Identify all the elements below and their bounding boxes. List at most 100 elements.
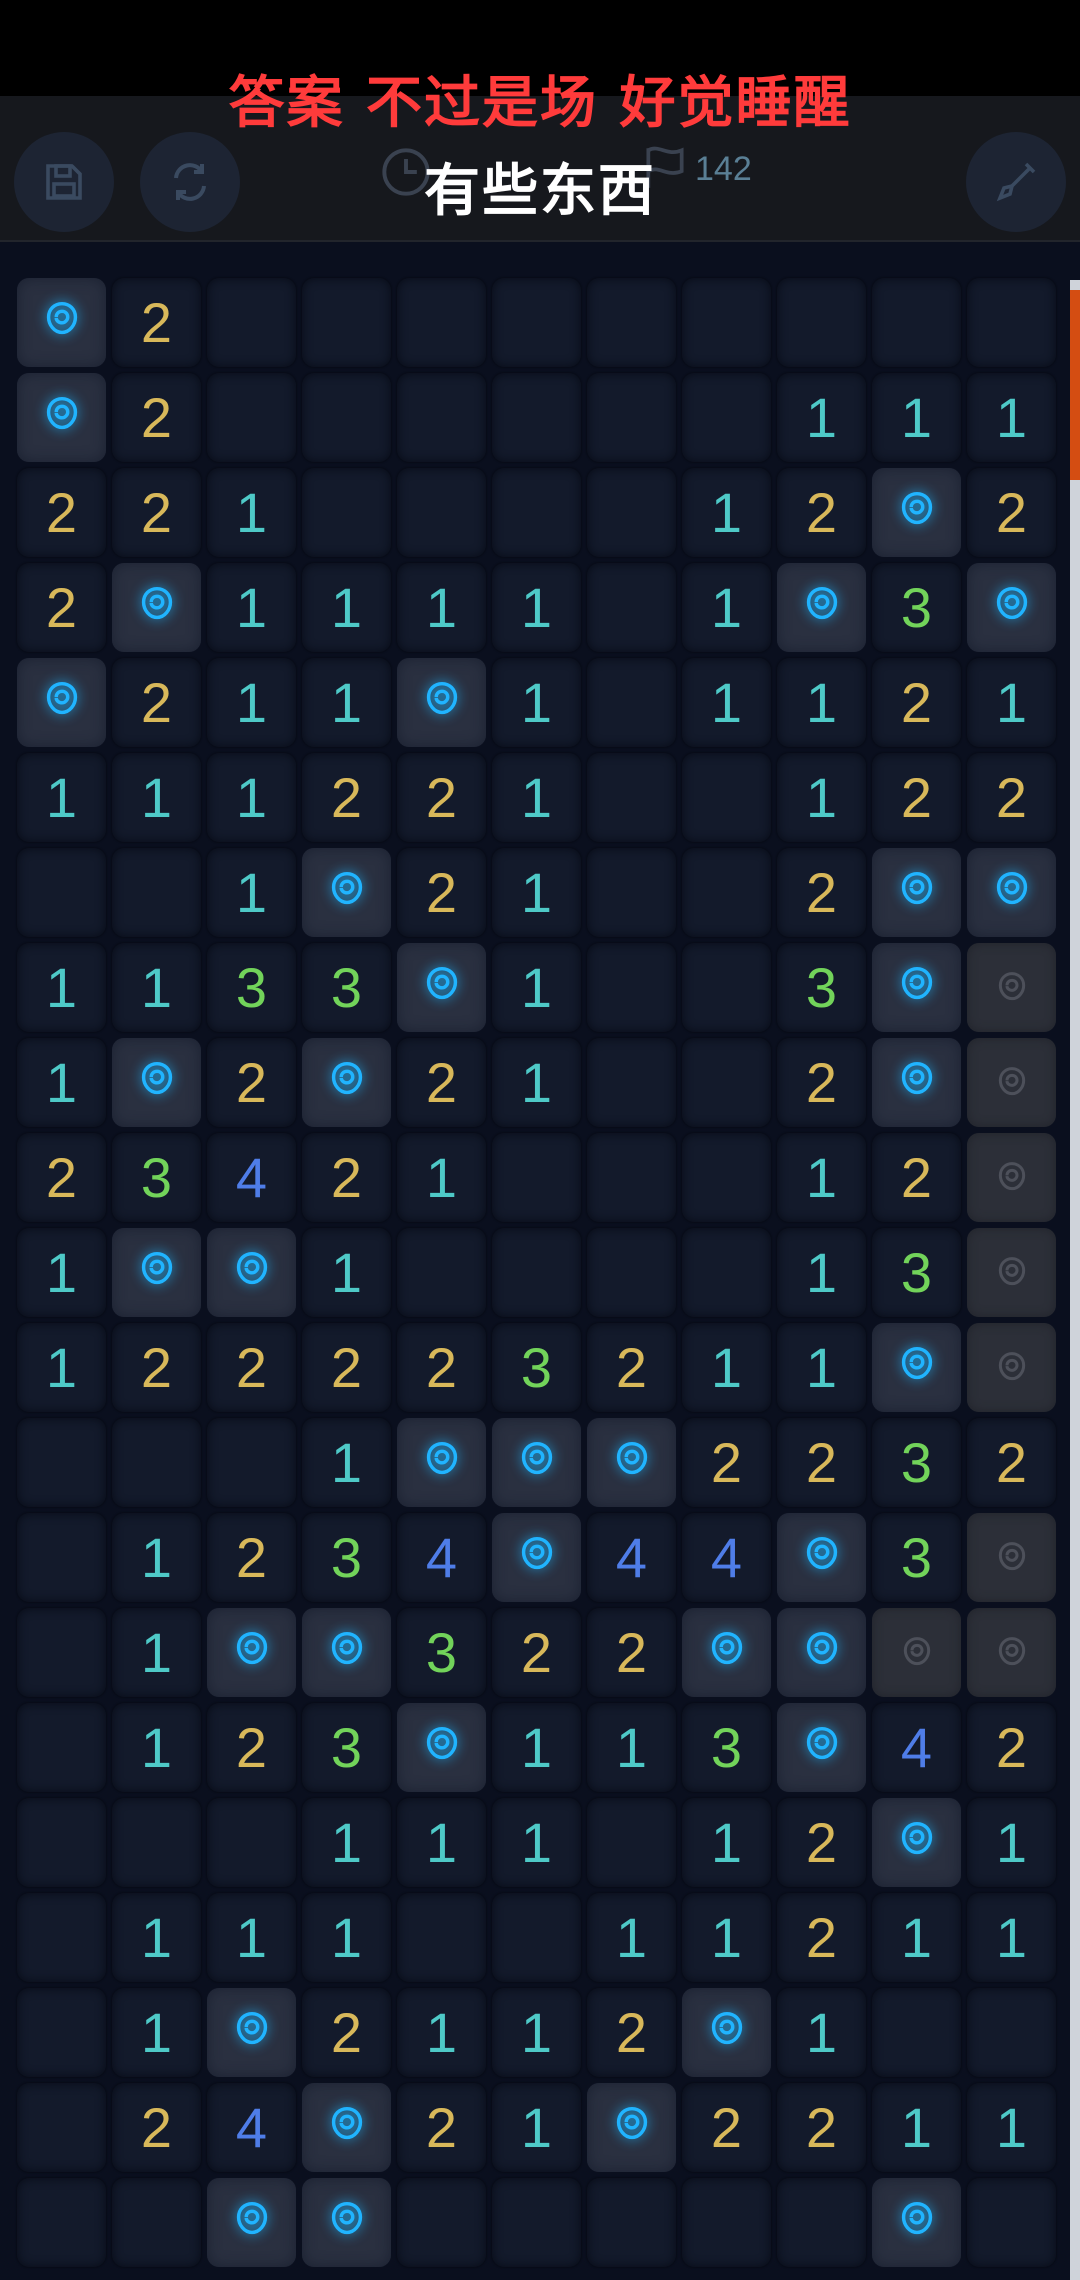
cell-number[interactable]: 1 — [492, 658, 581, 747]
cell-number[interactable]: 1 — [682, 1893, 771, 1982]
cell-rose[interactable] — [492, 1418, 581, 1507]
cell-number[interactable]: 3 — [492, 1323, 581, 1412]
scrollbar-thumb[interactable] — [1070, 290, 1080, 480]
cell-hidden[interactable] — [967, 1133, 1056, 1222]
cell-number[interactable]: 1 — [302, 1893, 391, 1982]
cell-number[interactable]: 1 — [872, 1893, 961, 1982]
cell-number[interactable]: 2 — [397, 1038, 486, 1127]
cell-number[interactable]: 2 — [587, 1988, 676, 2077]
cell-number[interactable]: 1 — [777, 1988, 866, 2077]
cell-empty[interactable] — [17, 2178, 106, 2267]
cell-number[interactable]: 2 — [302, 1323, 391, 1412]
cell-empty[interactable] — [492, 373, 581, 462]
cell-rose[interactable] — [777, 1608, 866, 1697]
cell-number[interactable]: 1 — [587, 1893, 676, 1982]
cell-number[interactable]: 1 — [207, 658, 296, 747]
cell-number[interactable]: 2 — [397, 2083, 486, 2172]
cell-rose[interactable] — [207, 2178, 296, 2267]
cell-number[interactable]: 1 — [17, 943, 106, 1032]
cell-empty[interactable] — [112, 1418, 201, 1507]
cell-number[interactable]: 1 — [492, 753, 581, 842]
cell-empty[interactable] — [587, 1133, 676, 1222]
cell-empty[interactable] — [17, 1798, 106, 1887]
cell-number[interactable]: 1 — [967, 1798, 1056, 1887]
cell-empty[interactable] — [492, 468, 581, 557]
cell-rose[interactable] — [302, 2083, 391, 2172]
cell-empty[interactable] — [492, 1228, 581, 1317]
cell-rose[interactable] — [112, 1228, 201, 1317]
cell-number[interactable]: 2 — [777, 468, 866, 557]
cell-number[interactable]: 1 — [112, 943, 201, 1032]
cell-empty[interactable] — [682, 373, 771, 462]
cell-empty[interactable] — [872, 1988, 961, 2077]
cell-number[interactable]: 1 — [872, 373, 961, 462]
cell-number[interactable]: 2 — [302, 1133, 391, 1222]
cell-rose[interactable] — [302, 2178, 391, 2267]
cell-number[interactable]: 3 — [302, 943, 391, 1032]
cell-number[interactable]: 1 — [207, 468, 296, 557]
cell-number[interactable]: 1 — [682, 468, 771, 557]
cell-number[interactable]: 1 — [302, 1418, 391, 1507]
cell-number[interactable]: 1 — [397, 1798, 486, 1887]
cell-rose[interactable] — [397, 1418, 486, 1507]
cell-hidden[interactable] — [967, 1513, 1056, 1602]
cell-empty[interactable] — [587, 468, 676, 557]
cell-number[interactable]: 1 — [777, 658, 866, 747]
cell-number[interactable]: 1 — [492, 1988, 581, 2077]
cell-rose[interactable] — [492, 1513, 581, 1602]
cell-number[interactable]: 1 — [682, 1323, 771, 1412]
cell-empty[interactable] — [682, 278, 771, 367]
cell-hidden[interactable] — [967, 1038, 1056, 1127]
cell-number[interactable]: 2 — [967, 1703, 1056, 1792]
cell-number[interactable]: 1 — [17, 1228, 106, 1317]
cell-hidden[interactable] — [872, 1608, 961, 1697]
cell-empty[interactable] — [17, 1893, 106, 1982]
cell-rose[interactable] — [872, 2178, 961, 2267]
cell-empty[interactable] — [492, 1893, 581, 1982]
cell-number[interactable]: 2 — [207, 1513, 296, 1602]
cell-number[interactable]: 3 — [207, 943, 296, 1032]
cell-empty[interactable] — [17, 2083, 106, 2172]
cell-number[interactable]: 1 — [17, 1323, 106, 1412]
cell-empty[interactable] — [492, 278, 581, 367]
cell-rose[interactable] — [302, 1608, 391, 1697]
cell-number[interactable]: 3 — [302, 1513, 391, 1602]
cell-number[interactable]: 2 — [872, 753, 961, 842]
cell-number[interactable]: 3 — [112, 1133, 201, 1222]
cell-empty[interactable] — [682, 753, 771, 842]
cell-number[interactable]: 2 — [777, 848, 866, 937]
cell-number[interactable]: 2 — [682, 2083, 771, 2172]
cell-empty[interactable] — [967, 2178, 1056, 2267]
cell-number[interactable]: 1 — [872, 2083, 961, 2172]
cell-rose[interactable] — [872, 468, 961, 557]
cell-rose[interactable] — [302, 848, 391, 937]
cell-number[interactable]: 3 — [777, 943, 866, 1032]
cell-empty[interactable] — [17, 1703, 106, 1792]
cell-number[interactable]: 2 — [207, 1323, 296, 1412]
cell-number[interactable]: 1 — [492, 1703, 581, 1792]
cell-empty[interactable] — [682, 1133, 771, 1222]
cell-rose[interactable] — [397, 1703, 486, 1792]
cell-number[interactable]: 2 — [112, 278, 201, 367]
cell-empty[interactable] — [17, 1988, 106, 2077]
cell-empty[interactable] — [587, 278, 676, 367]
cell-number[interactable]: 2 — [967, 753, 1056, 842]
cell-empty[interactable] — [872, 278, 961, 367]
cell-rose[interactable] — [872, 1798, 961, 1887]
cell-number[interactable]: 1 — [967, 2083, 1056, 2172]
cell-number[interactable]: 2 — [587, 1323, 676, 1412]
cell-rose[interactable] — [872, 943, 961, 1032]
cell-number[interactable]: 2 — [872, 1133, 961, 1222]
cell-number[interactable]: 1 — [492, 848, 581, 937]
cell-number[interactable]: 1 — [967, 373, 1056, 462]
cell-empty[interactable] — [17, 1608, 106, 1697]
cell-rose[interactable] — [207, 1988, 296, 2077]
cell-number[interactable]: 1 — [492, 943, 581, 1032]
cell-number[interactable]: 2 — [17, 563, 106, 652]
cell-rose[interactable] — [682, 1608, 771, 1697]
cell-number[interactable]: 4 — [682, 1513, 771, 1602]
cell-rose[interactable] — [17, 658, 106, 747]
cell-number[interactable]: 2 — [112, 373, 201, 462]
cell-number[interactable]: 2 — [207, 1038, 296, 1127]
cell-number[interactable]: 2 — [777, 1893, 866, 1982]
